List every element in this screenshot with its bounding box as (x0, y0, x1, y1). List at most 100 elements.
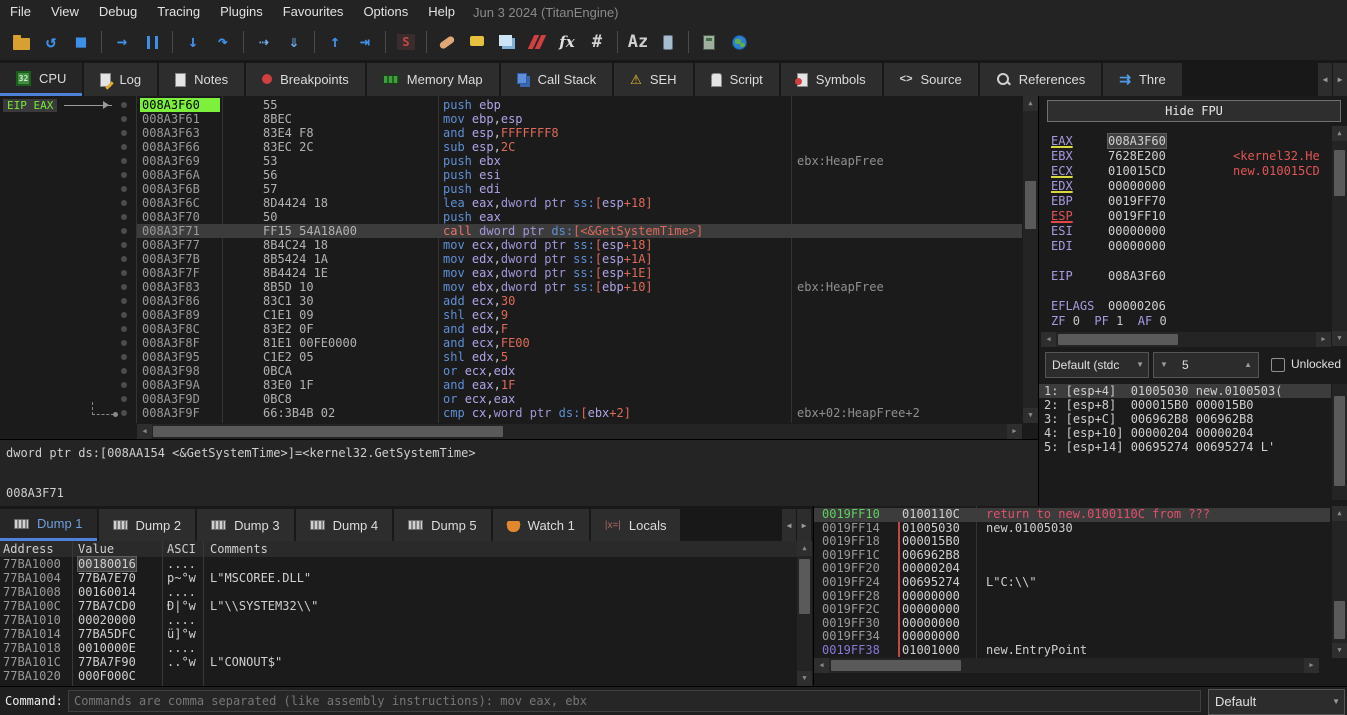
dump-column-header[interactable]: Address (3, 542, 54, 556)
tab-dump-1[interactable]: Dump 1 (0, 509, 97, 541)
stack-row[interactable]: 0019FF2400695274L"C:\\" (814, 576, 1330, 590)
tab-source[interactable]: <>Source (884, 63, 978, 96)
tab-memory-map[interactable]: Memory Map (367, 63, 499, 96)
disasm-row[interactable]: 008A3F6055push ebp (0, 98, 1022, 112)
breakpoint-dot[interactable] (121, 158, 127, 164)
scroll-right-button[interactable]: ▶ (1304, 658, 1319, 673)
dump-column-header[interactable]: Value (78, 542, 114, 556)
scylla-icon[interactable]: S (391, 28, 421, 56)
register-row-edx[interactable]: EDX00000000 (1051, 179, 1330, 194)
register-row-ecx[interactable]: ECX010015CDnew.010015CD (1051, 164, 1330, 179)
dump-row[interactable]: 77BA100800160014.... (0, 585, 797, 599)
argument-row[interactable]: 4: [esp+10] 00000204 00000204 (1039, 426, 1331, 440)
disasm-row[interactable]: 008A3F980BCAor ecx,edx (0, 364, 1022, 378)
register-row-eip[interactable]: EIP008A3F60 (1051, 269, 1330, 284)
dump-row[interactable]: 77BA100000180016.... (0, 557, 797, 571)
disasm-row[interactable]: 008A3F6953push ebxebx:HeapFree (0, 154, 1022, 168)
menu-plugins[interactable]: Plugins (210, 0, 273, 24)
breakpoint-dot[interactable] (121, 242, 127, 248)
breakpoint-dot[interactable] (121, 284, 127, 290)
run-to-user-code-icon[interactable]: ⇥ (350, 28, 380, 56)
breakpoint-dot[interactable] (121, 172, 127, 178)
stack-row[interactable]: 0019FF1C006962B8 (814, 549, 1330, 563)
argument-row[interactable]: 2: [esp+8] 000015B0 000015B0 (1039, 398, 1331, 412)
pause-icon[interactable] (137, 28, 167, 56)
register-row-esp[interactable]: ESP0019FF10 (1051, 209, 1330, 224)
dump-row[interactable]: 77BA101000020000.... (0, 613, 797, 627)
disasm-row[interactable]: 008A3F8C83E2 0Fand edx,F (0, 322, 1022, 336)
preferences-font-icon[interactable]: Az (623, 28, 653, 56)
breakpoint-dot[interactable] (121, 200, 127, 206)
argument-row[interactable]: 3: [esp+C] 006962B8 006962B8 (1039, 412, 1331, 426)
breakpoint-dot[interactable] (121, 326, 127, 332)
argument-row[interactable]: 1: [esp+4] 01005030 new.0100503( (1039, 384, 1331, 398)
hide-fpu-button[interactable]: Hide FPU (1047, 100, 1341, 122)
step-into-icon[interactable]: ↓ (178, 28, 208, 56)
menu-view[interactable]: View (41, 0, 89, 24)
stack-row[interactable]: 0019FF3801001000new.EntryPoint (814, 644, 1330, 658)
breakpoint-dot[interactable] (121, 144, 127, 150)
breakpoint-dot[interactable] (121, 354, 127, 360)
register-row-edi[interactable]: EDI00000000 (1051, 239, 1330, 254)
stack-row[interactable]: 0019FF3000000000 (814, 617, 1330, 631)
scroll-up-button[interactable]: ▲ (1023, 96, 1038, 111)
dump-row[interactable]: 77BA101477BA5DFCü]°w (0, 627, 797, 641)
disasm-row[interactable]: 008A3F7050push eax (0, 210, 1022, 224)
disasm-vertical-scrollbar[interactable]: ▲ ▼ (1023, 96, 1038, 423)
scroll-thumb[interactable] (831, 660, 961, 671)
calling-convention-select[interactable]: Default (stdc ▼ (1045, 352, 1149, 378)
breakpoint-dot[interactable] (121, 368, 127, 374)
tab-symbols[interactable]: Symbols (781, 63, 882, 96)
breakpoint-dot[interactable] (121, 130, 127, 136)
animate-into-icon[interactable]: ⇢ (249, 28, 279, 56)
scroll-up-button[interactable]: ▲ (1332, 506, 1347, 521)
breakpoint-dot[interactable] (121, 256, 127, 262)
tab-scroll-left-button[interactable]: ◀ (1318, 63, 1332, 96)
patch-icon[interactable] (432, 28, 462, 56)
scroll-right-button[interactable]: ▶ (1316, 332, 1331, 347)
disasm-row[interactable]: 008A3F7B8B5424 1Amov edx,dword ptr ss:[e… (0, 252, 1022, 266)
tab-scroll-right-button[interactable]: ▶ (1333, 63, 1347, 96)
animate-over-icon[interactable]: ⇓ (279, 28, 309, 56)
register-row-esi[interactable]: ESI00000000 (1051, 224, 1330, 239)
disasm-row[interactable]: 008A3F618BECmov ebp,esp (0, 112, 1022, 126)
tab-seh[interactable]: ⚠SEH (614, 63, 692, 96)
dump-row[interactable]: 77BA100C77BA7CD0Ð|°wL"\\SYSTEM32\\" (0, 599, 797, 613)
dump-row[interactable]: 77BA1020000F000C (0, 669, 797, 680)
breakpoint-dot[interactable] (121, 116, 127, 122)
disasm-row[interactable]: 008A3F8683C1 30add ecx,30 (0, 294, 1022, 308)
menu-options[interactable]: Options (353, 0, 418, 24)
disasm-row[interactable]: 008A3F778B4C24 18mov ecx,dword ptr ss:[e… (0, 238, 1022, 252)
scroll-thumb[interactable] (1334, 396, 1345, 486)
scroll-down-button[interactable]: ▼ (1023, 408, 1038, 423)
argument-count-stepper[interactable]: ▼ 5 ▲ (1153, 352, 1259, 378)
breakpoint-dot[interactable] (121, 270, 127, 276)
stack-row[interactable]: 0019FF1401005030new.01005030 (814, 522, 1330, 536)
stack-row[interactable]: 0019FF18000015B0 (814, 535, 1330, 549)
unlocked-checkbox[interactable] (1271, 358, 1285, 372)
tab-locals[interactable]: |x=|Locals (591, 509, 681, 541)
breakpoint-dot[interactable] (121, 396, 127, 402)
disasm-row[interactable]: 008A3F71FF15 54A18A00call dword ptr ds:[… (0, 224, 1022, 238)
argument-row[interactable]: 5: [esp+14] 00695274 00695274 L' (1039, 440, 1331, 454)
tab-dump-5[interactable]: Dump 5 (394, 509, 491, 541)
register-row-eflags[interactable]: EFLAGS00000206 (1051, 299, 1330, 314)
breakpoint-dot[interactable] (121, 298, 127, 304)
scroll-thumb[interactable] (1334, 150, 1345, 196)
menu-debug[interactable]: Debug (89, 0, 147, 24)
breakpoint-dot[interactable] (121, 186, 127, 192)
scroll-thumb[interactable] (1334, 601, 1345, 639)
scroll-left-button[interactable]: ◀ (137, 424, 152, 439)
scroll-up-button[interactable]: ▲ (797, 541, 812, 556)
scroll-thumb[interactable] (1025, 181, 1036, 229)
favourite-tools-icon[interactable] (522, 28, 552, 56)
dump-vertical-scrollbar[interactable]: ▲ ▼ (797, 541, 812, 686)
tab-dump-2[interactable]: Dump 2 (99, 509, 196, 541)
dump-row[interactable]: 77BA101C77BA7F90..°wL"CONOUT$" (0, 655, 797, 669)
menu-favourites[interactable]: Favourites (273, 0, 354, 24)
tab-log[interactable]: Log (84, 63, 157, 96)
run-icon[interactable]: → (107, 28, 137, 56)
scroll-down-button[interactable]: ▼ (797, 671, 812, 686)
step-over-icon[interactable]: ↷ (208, 28, 238, 56)
scroll-thumb[interactable] (153, 426, 503, 437)
